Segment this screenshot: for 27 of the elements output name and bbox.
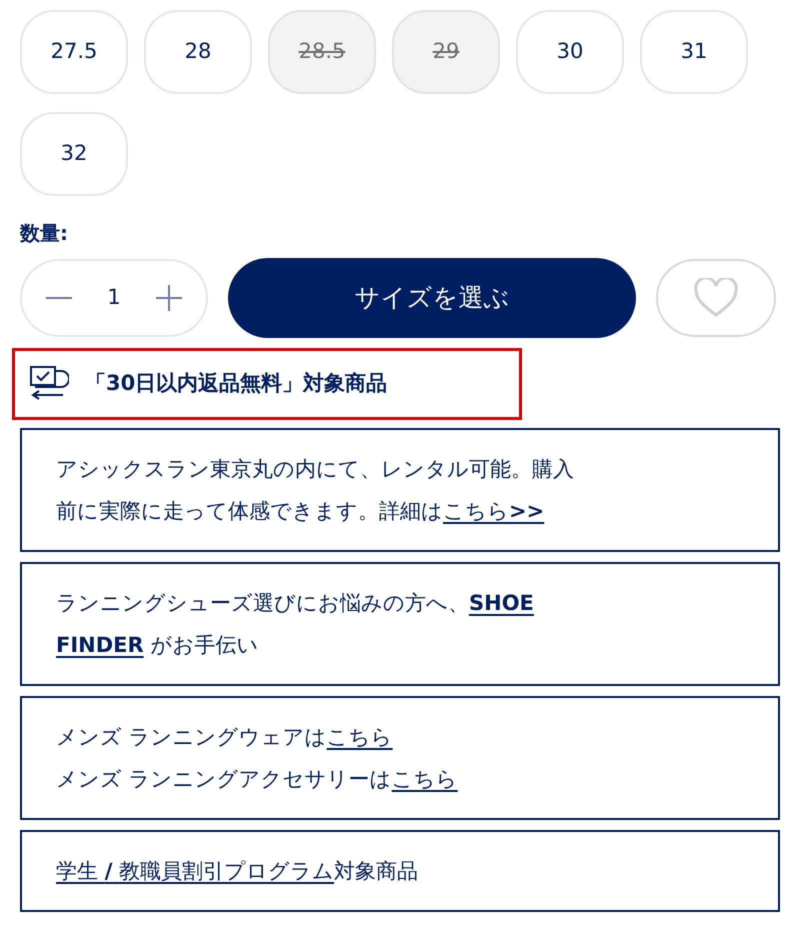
info-text: がお手伝い xyxy=(149,633,258,657)
size-option[interactable]: 32 xyxy=(20,112,128,196)
info-text: アシックスラン東京丸の内にて、レンタル可能。購入 xyxy=(56,457,574,481)
plus-icon[interactable] xyxy=(156,285,182,311)
link[interactable]: SHOE xyxy=(469,591,534,615)
minus-icon[interactable] xyxy=(46,297,72,299)
info-text: メンズ ランニングアクセサリーは xyxy=(56,767,392,791)
link[interactable]: こちら>> xyxy=(443,499,544,523)
heart-icon xyxy=(693,278,739,318)
link[interactable]: こちら xyxy=(392,767,458,791)
link[interactable]: こちら xyxy=(326,725,393,749)
select-size-button[interactable]: サイズを選ぶ xyxy=(228,258,636,338)
info-text: ランニングシューズ選びにお悩みの方へ、 xyxy=(56,591,469,615)
size-option[interactable]: 30 xyxy=(516,10,624,94)
size-option[interactable]: 31 xyxy=(640,10,748,94)
info-text: 対象商品 xyxy=(334,859,418,883)
quantity-label: 数量: xyxy=(20,220,69,247)
quantity-stepper[interactable]: 1 xyxy=(20,259,208,337)
favorite-button[interactable] xyxy=(656,259,776,337)
return-notice-text: 「30日以内返品無料」対象商品 xyxy=(85,370,388,398)
quantity-value: 1 xyxy=(107,284,121,312)
link[interactable]: 学生 / 教職員割引プログラム xyxy=(56,859,334,883)
size-option[interactable]: 28 xyxy=(144,10,252,94)
size-option[interactable]: 27.5 xyxy=(20,10,128,94)
info-text: 前に実際に走って体感できます。詳細は xyxy=(56,499,443,523)
info-text: メンズ ランニングウェアは xyxy=(56,725,327,749)
link[interactable]: FINDER xyxy=(56,633,144,657)
